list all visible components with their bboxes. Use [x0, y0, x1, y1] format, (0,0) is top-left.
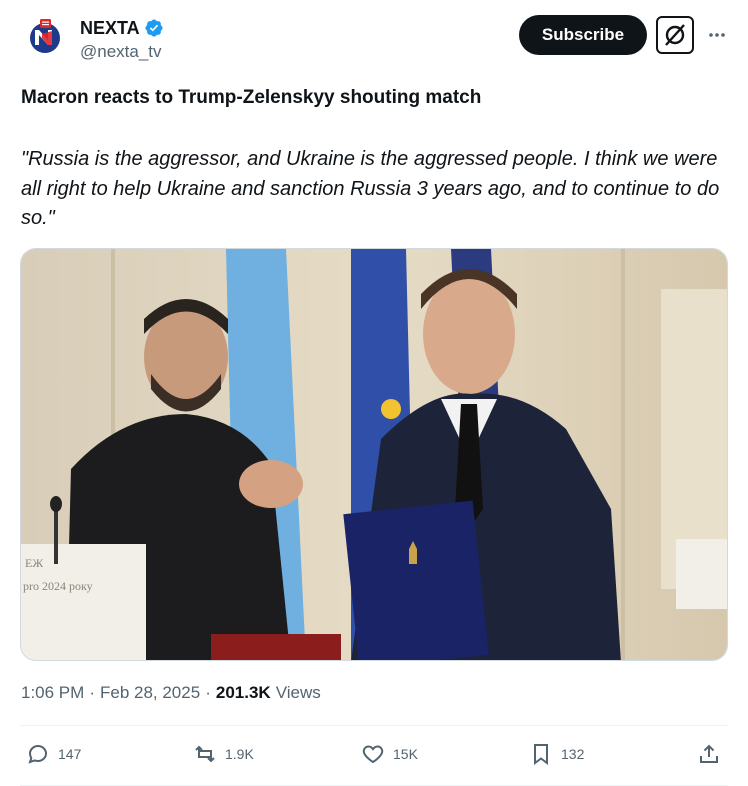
like-count: 15K	[393, 746, 418, 762]
grok-icon	[665, 24, 685, 46]
reply-icon	[28, 744, 48, 764]
photo-illustration: ЕЖ pro 2024 року	[21, 249, 727, 660]
bookmark-count: 132	[561, 746, 585, 762]
more-button[interactable]	[704, 22, 730, 48]
tweet-meta: 1:06 PM · Feb 28, 2025 · 201.3K Views	[21, 683, 321, 703]
share-icon	[700, 744, 718, 763]
author-name[interactable]: NEXTA	[80, 18, 140, 39]
tweet-time[interactable]: 1:06 PM	[21, 683, 84, 703]
repost-icon	[195, 745, 215, 763]
grok-button[interactable]	[656, 16, 694, 54]
repost-count: 1.9K	[225, 746, 254, 762]
repost-button[interactable]: 1.9K	[193, 742, 254, 766]
tweet-header: NEXTA @nexta_tv Subscribe	[0, 0, 748, 80]
bookmark-button[interactable]: 132	[529, 742, 584, 766]
views-label: Views	[275, 683, 321, 702]
meta-dot: ·	[205, 683, 211, 702]
tweet-date[interactable]: Feb 28, 2025	[100, 683, 200, 703]
verified-badge-icon	[145, 19, 163, 37]
heart-icon	[362, 745, 384, 764]
tweet-image[interactable]: ЕЖ pro 2024 року	[20, 248, 728, 661]
views-count[interactable]: 201.3K	[216, 683, 271, 703]
author-block: NEXTA @nexta_tv	[80, 17, 164, 62]
avatar[interactable]	[26, 17, 64, 55]
placard-text-1: ЕЖ	[25, 556, 43, 570]
placard-text-2: pro 2024 року	[23, 579, 93, 593]
tweet-quote: "Russia is the aggressor, and Ukraine is…	[21, 148, 720, 229]
share-button[interactable]	[697, 742, 721, 766]
divider	[20, 725, 728, 726]
reply-button[interactable]: 147	[26, 742, 81, 766]
nexta-logo-icon	[26, 17, 64, 55]
like-button[interactable]: 15K	[361, 742, 418, 766]
reply-count: 147	[58, 746, 82, 762]
meta-dot: ·	[89, 683, 95, 702]
subscribe-button[interactable]: Subscribe	[519, 15, 647, 55]
author-handle[interactable]: @nexta_tv	[80, 42, 164, 62]
action-bar: 147 1.9K 15K 132	[0, 738, 748, 778]
more-icon	[709, 33, 725, 37]
bookmark-icon	[534, 744, 548, 765]
tweet-headline: Macron reacts to Trump-Zelenskyy shoutin…	[21, 87, 482, 108]
